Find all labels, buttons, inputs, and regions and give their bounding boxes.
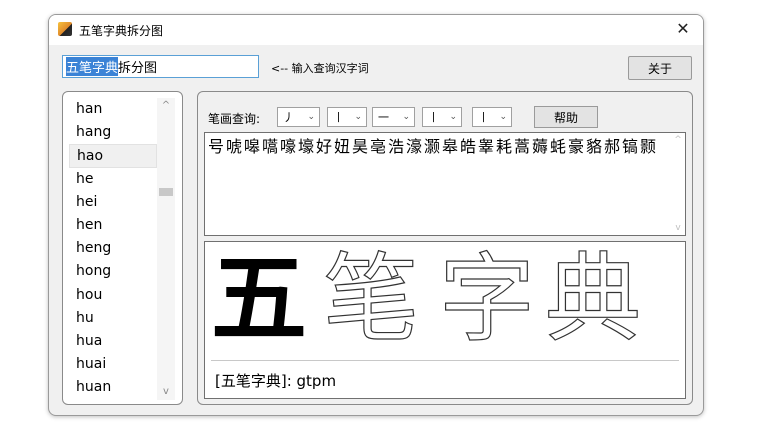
result-box[interactable]: 号唬嗥嚆嚎壕好妞昊亳浩濠灏皋皓睾耗蒿薅蚝豪貉郝镐颢 ^ v [204,132,686,236]
stroke-select-3[interactable]: 一 ⌄ [372,107,415,127]
stroke-select-5[interactable]: 丨 ⌄ [472,107,512,127]
search-input-selected-text: 五笔字典 [66,57,119,76]
pinyin-item[interactable]: hong [69,260,157,283]
pinyin-item[interactable]: hua [69,330,157,353]
scroll-down-icon[interactable]: v [157,384,175,400]
stroke-select-4[interactable]: 丨 ⌄ [422,107,462,127]
close-icon[interactable]: ✕ [671,18,695,40]
chevron-down-icon: ⌄ [307,112,315,122]
main-window: 五笔字典拆分图 ✕ 五笔字典 拆分图 <-- 输入查询汉字词 关于 han hang… [48,14,704,416]
pinyin-item[interactable]: hei [69,191,157,214]
pinyin-item[interactable]: huan [69,376,157,399]
stroke-select-1[interactable]: 丿 ⌄ [277,107,320,127]
stroke-select-value: 丿 [283,111,294,124]
display-divider [211,360,679,361]
pinyin-item[interactable]: hou [69,284,157,307]
result-scroll-down-icon[interactable]: v [671,223,685,233]
stroke-select-2[interactable]: 丨 ⌄ [327,107,367,127]
pinyin-item[interactable]: hen [69,214,157,237]
search-hint: <-- 输入查询汉字词 [271,62,369,75]
result-text: 号唬嗥嚆嚎壕好妞昊亳浩濠灏皋皓睾耗蒿薅蚝豪貉郝镐颢 [208,137,659,156]
character-display: 五笔字典 [五笔字典]: gtpm [204,241,686,399]
pinyin-item[interactable]: hu [69,307,157,330]
result-scrollbar[interactable]: ^ v [671,133,685,235]
display-char: 笔 [322,243,419,355]
chevron-down-icon: ⌄ [449,112,457,122]
stroke-select-value: 丨 [478,111,489,124]
stroke-select-value: 丨 [333,111,344,124]
pinyin-item[interactable]: hang [69,121,157,144]
pinyin-item[interactable]: han [69,98,157,121]
help-button[interactable]: 帮助 [534,106,598,128]
window-title: 五笔字典拆分图 [79,24,164,38]
result-scroll-up-icon[interactable]: ^ [671,135,685,145]
query-panel: 笔画查询: 丿 ⌄ 丨 ⌄ 一 ⌄ 丨 ⌄ 丨 ⌄ 帮助 号唬嗥嚆嚎壕好妞昊亳浩濠灏皋皓睾耗蒿薅蚝… [197,91,693,405]
chevron-down-icon: ⌄ [499,112,507,122]
search-input-text: 拆分图 [118,61,158,76]
title-bar: 五笔字典拆分图 ✕ [49,15,703,45]
stroke-query-label: 笔画查询: [208,112,261,126]
stroke-select-value: 丨 [428,111,439,124]
pinyin-list[interactable]: han hang hao he hei hen heng hong hou hu hua huai hu… [69,98,157,399]
chevron-down-icon: ⌄ [402,112,410,122]
search-input[interactable]: 五笔字典 拆分图 [62,55,259,78]
about-button[interactable]: 关于 [628,56,692,80]
display-char: 典 [544,243,641,355]
app-icon [58,22,72,36]
pinyin-item[interactable]: hao [69,144,157,168]
pinyin-panel: han hang hao he hei hen heng hong hou hu hua huai hu… [62,91,183,405]
chevron-down-icon: ⌄ [354,112,362,122]
pinyin-item[interactable]: he [69,168,157,191]
scroll-thumb[interactable] [159,188,173,196]
stroke-select-value: 一 [378,111,389,124]
display-char: 五 [211,242,307,355]
pinyin-item[interactable]: heng [69,237,157,260]
wubi-code: [五笔字典]: gtpm [215,372,337,390]
pinyin-item[interactable]: huai [69,353,157,376]
scroll-up-icon[interactable]: ^ [157,98,175,114]
display-char: 字 [438,243,535,355]
pinyin-scrollbar[interactable]: ^ v [157,98,175,400]
